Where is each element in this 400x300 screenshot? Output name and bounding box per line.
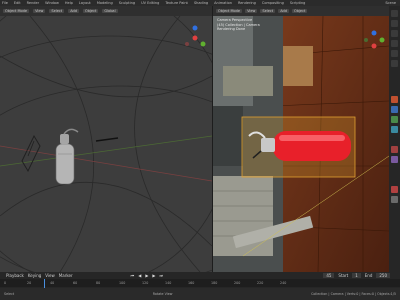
data-tab-icon[interactable] bbox=[391, 156, 398, 163]
end-label: End bbox=[364, 272, 373, 278]
timeline-controls: Playback Keying View Marker ⏮ ◀ ▶ ▶ ⏭ 45… bbox=[0, 272, 400, 278]
tick-label: 240 bbox=[280, 281, 287, 285]
camera-info-line: Rendering Done bbox=[217, 27, 246, 31]
extinguisher-model[interactable] bbox=[55, 128, 79, 185]
left-3d-viewport[interactable]: Object Mode View Select Add Object Globa… bbox=[0, 6, 212, 272]
jump-end-icon[interactable]: ⏭ bbox=[159, 273, 163, 278]
pipe bbox=[223, 66, 273, 96]
constraints-tab-icon[interactable] bbox=[391, 146, 398, 153]
tab-layout[interactable]: Layout bbox=[79, 1, 91, 5]
render-tab-icon[interactable] bbox=[391, 20, 398, 27]
start-label: Start bbox=[338, 272, 349, 278]
transform-orientation[interactable]: Global bbox=[102, 9, 118, 13]
tick-label: 20 bbox=[27, 281, 32, 285]
menu-window[interactable]: Window bbox=[45, 1, 59, 5]
physics-tab-icon[interactable] bbox=[391, 126, 398, 133]
view-menu[interactable]: View bbox=[33, 9, 46, 13]
select-menu[interactable]: Select bbox=[260, 9, 276, 13]
output-tab-icon[interactable] bbox=[391, 30, 398, 37]
view-menu[interactable]: View bbox=[245, 9, 258, 13]
tab-rendering[interactable]: Rendering bbox=[238, 1, 256, 5]
left-viewport-scene bbox=[0, 16, 212, 272]
tick-label: 40 bbox=[50, 281, 55, 285]
menu-file[interactable]: File bbox=[2, 1, 8, 5]
timeline-ruler[interactable]: 0 20 40 60 80 100 120 140 160 180 200 22… bbox=[0, 279, 400, 287]
mode-dropdown[interactable]: Object Mode bbox=[3, 9, 30, 13]
tick-label: 220 bbox=[257, 281, 264, 285]
scene-tab-icon[interactable] bbox=[391, 50, 398, 57]
tick-label: 160 bbox=[188, 281, 195, 285]
camera-info-overlay: Camera Perspective (45) Collection | Cam… bbox=[217, 18, 260, 32]
tab-scripting[interactable]: Scripting bbox=[290, 1, 306, 5]
status-rotate-hint: Rotate View bbox=[152, 292, 173, 296]
object-menu[interactable]: Object bbox=[291, 9, 308, 13]
menu-help[interactable]: Help bbox=[65, 1, 73, 5]
menu-edit[interactable]: Edit bbox=[14, 1, 21, 5]
tick-label: 140 bbox=[165, 281, 172, 285]
status-scene-stats: Collection | Camera | Verts:0 | Faces:0 … bbox=[311, 292, 396, 296]
tick-label: 180 bbox=[211, 281, 218, 285]
add-menu[interactable]: Add bbox=[68, 9, 79, 13]
tab-animation[interactable]: Animation bbox=[214, 1, 232, 5]
tab-modeling[interactable]: Modeling bbox=[97, 1, 113, 5]
play-icon[interactable]: ▶ bbox=[145, 273, 148, 278]
add-menu[interactable]: Add bbox=[278, 9, 289, 13]
select-menu[interactable]: Select bbox=[49, 9, 65, 13]
crate bbox=[283, 46, 313, 86]
material-tab-icon[interactable] bbox=[391, 186, 398, 193]
tab-sculpting[interactable]: Sculpting bbox=[119, 1, 135, 5]
tick-label: 0 bbox=[4, 281, 7, 285]
tick-label: 100 bbox=[119, 281, 126, 285]
tick-label: 200 bbox=[234, 281, 241, 285]
tick-label: 120 bbox=[142, 281, 149, 285]
next-key-icon[interactable]: ▶ bbox=[152, 273, 155, 278]
timeline-panel: Playback Keying View Marker ⏮ ◀ ▶ ▶ ⏭ 45… bbox=[0, 272, 400, 288]
world-tab-icon[interactable] bbox=[391, 60, 398, 67]
tool-tab-icon[interactable] bbox=[391, 10, 398, 17]
end-frame-field[interactable]: 250 bbox=[376, 272, 390, 278]
playhead[interactable] bbox=[44, 279, 45, 288]
orbit-lines bbox=[0, 16, 212, 272]
tab-shading[interactable]: Shading bbox=[194, 1, 208, 5]
tab-uv-editing[interactable]: UV Editing bbox=[141, 1, 159, 5]
shadow-structure bbox=[213, 106, 243, 166]
tab-compositing[interactable]: Compositing bbox=[262, 1, 284, 5]
timeline-view-menu[interactable]: View bbox=[45, 273, 55, 278]
scene-selector[interactable]: Scene bbox=[385, 1, 396, 5]
start-frame-field[interactable]: 1 bbox=[352, 272, 361, 278]
object-menu[interactable]: Object bbox=[82, 9, 99, 13]
camera-viewport[interactable]: Object Mode View Select Add Object Camer… bbox=[213, 6, 389, 272]
status-select-hint: Select bbox=[4, 292, 15, 296]
rendered-scene bbox=[213, 16, 389, 272]
properties-tab-strip bbox=[389, 6, 400, 272]
playback-menu[interactable]: Playback bbox=[6, 273, 24, 278]
object-line[interactable] bbox=[95, 137, 119, 142]
mode-dropdown[interactable]: Object Mode bbox=[216, 9, 243, 13]
status-bar: Select Rotate View Collection | Camera |… bbox=[0, 288, 400, 300]
particles-tab-icon[interactable] bbox=[391, 116, 398, 123]
tick-label: 80 bbox=[96, 281, 101, 285]
view-layer-tab-icon[interactable] bbox=[391, 40, 398, 47]
texture-tab-icon[interactable] bbox=[391, 196, 398, 203]
current-frame-field[interactable]: 45 bbox=[323, 272, 335, 278]
prev-key-icon[interactable]: ◀ bbox=[138, 273, 141, 278]
jump-start-icon[interactable]: ⏮ bbox=[131, 273, 135, 278]
modifier-tab-icon[interactable] bbox=[391, 106, 398, 113]
left-viewport-header: Object Mode View Select Add Object Globa… bbox=[0, 6, 212, 16]
tab-texture-paint[interactable]: Texture Paint bbox=[165, 1, 188, 5]
camera-viewport-header: Object Mode View Select Add Object bbox=[213, 6, 389, 16]
marker-menu[interactable]: Marker bbox=[59, 273, 73, 278]
keying-menu[interactable]: Keying bbox=[28, 273, 41, 278]
menu-render[interactable]: Render bbox=[27, 1, 39, 5]
tick-label: 60 bbox=[73, 281, 78, 285]
object-tab-icon[interactable] bbox=[391, 96, 398, 103]
camera-object[interactable] bbox=[21, 134, 41, 173]
